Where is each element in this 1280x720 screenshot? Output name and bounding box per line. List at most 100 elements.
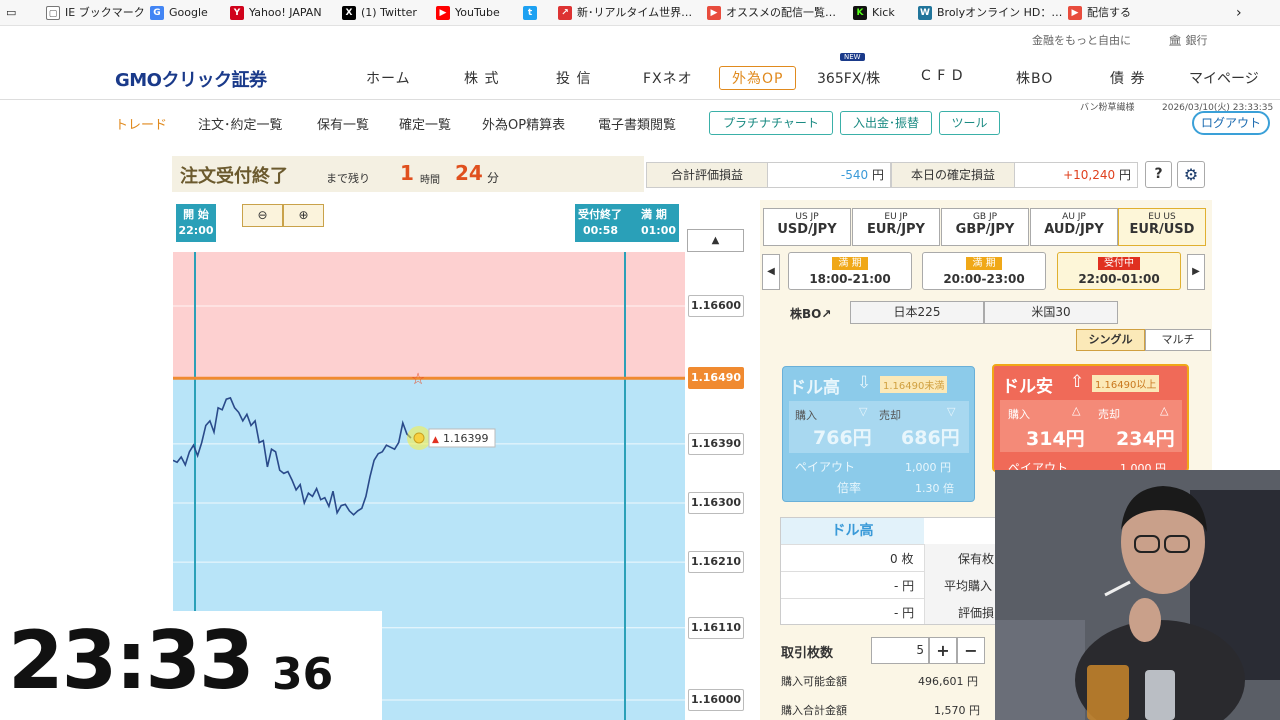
bookmark-item[interactable]: G Google bbox=[150, 0, 208, 26]
nav-mypage[interactable]: マイページ bbox=[1189, 68, 1259, 88]
clock-time: 23:33 bbox=[8, 614, 255, 707]
bookmark-label: 新･リアルタイム世界… bbox=[577, 6, 693, 19]
bookmark-label: Yahoo! JAPAN bbox=[249, 6, 322, 19]
price-tick-label: 1.16600 bbox=[688, 295, 744, 317]
low-sell-price[interactable]: 234円 bbox=[1116, 424, 1175, 451]
clock-seconds: 36 bbox=[272, 649, 334, 700]
nav-stock[interactable]: 株 式 bbox=[464, 68, 499, 88]
current-dot bbox=[413, 432, 425, 444]
bookmarks-bar: ▭ ▢ IE ブックマーク G Google Y Yahoo! JAPAN X (1) … bbox=[0, 0, 1280, 26]
bookmark-item[interactable]: X (1) Twitter bbox=[342, 0, 417, 26]
price-tick-label: 1.16210 bbox=[688, 551, 744, 574]
price-tick-label: 1.16300 bbox=[688, 492, 744, 514]
bookmark-item[interactable]: ↗ 新･リアルタイム世界… bbox=[558, 0, 692, 26]
avail-label: 購入可能金額 bbox=[781, 675, 847, 688]
expiry-time-button[interactable]: 満 期 18:00-21:00 bbox=[788, 252, 912, 290]
nav-fxneo[interactable]: FXネオ bbox=[643, 68, 693, 88]
up-arrow-icon: ⇧ bbox=[1070, 372, 1085, 392]
zoom-in-icon: ⊕ bbox=[298, 208, 309, 222]
bookmark-item[interactable]: K Kick bbox=[853, 0, 895, 26]
bookmark-label: Brolyオンライン HD：… bbox=[937, 6, 1063, 19]
next-time-button[interactable]: ▶ bbox=[1187, 254, 1205, 290]
down-arrow-icon: ⇩ bbox=[857, 373, 872, 393]
remain-label: まで残り bbox=[326, 172, 370, 185]
high-condition: 1.16490未満 bbox=[880, 376, 948, 393]
pair-name: GBP/JPY bbox=[955, 222, 1015, 237]
nav-bond[interactable]: 債 券 bbox=[1110, 68, 1145, 88]
bookmark-item[interactable]: ▶ オススメの配信一覧… bbox=[707, 0, 836, 26]
high-payout-label: ペイアウト bbox=[795, 460, 856, 474]
qty-plus-button[interactable]: + bbox=[929, 637, 957, 664]
pair-button[interactable]: EU JP EUR/JPY bbox=[852, 208, 940, 246]
platinum-chart-button[interactable]: プラチナチャート bbox=[709, 111, 833, 135]
prev-time-button[interactable]: ◀ bbox=[762, 254, 780, 290]
subnav-positions[interactable]: 保有一覧 bbox=[317, 114, 369, 133]
us30-button[interactable]: 米国30 bbox=[984, 301, 1118, 324]
subnav-trade[interactable]: トレード bbox=[115, 114, 167, 133]
bookmark-item[interactable]: Y Yahoo! JAPAN bbox=[230, 0, 322, 26]
youtube-icon: ▶ bbox=[436, 6, 450, 20]
logout-button[interactable]: ログアウト bbox=[1192, 111, 1270, 135]
qty-minus-button[interactable]: − bbox=[957, 637, 985, 664]
gear-icon[interactable]: ⚙ bbox=[1177, 161, 1205, 188]
subnav-orders[interactable]: 注文･約定一覧 bbox=[198, 114, 283, 133]
qty-input[interactable]: 5 bbox=[871, 637, 929, 664]
expiry-time-button[interactable]: 満 期 20:00-23:00 bbox=[922, 252, 1046, 290]
single-mode-button[interactable]: シングル bbox=[1076, 329, 1145, 351]
time-status-badge: 受付中 bbox=[1098, 257, 1140, 270]
high-card[interactable]: ドル高 ⇩ 1.16490未満 購入 ▽ 売却 ▽ 766円 686円 ペイアウ… bbox=[782, 366, 975, 502]
help-button[interactable]: ? bbox=[1145, 161, 1172, 188]
start-marker: 開 始 22:00 bbox=[176, 204, 216, 242]
flag-icon: GB JP bbox=[972, 212, 998, 222]
low-condition: 1.16490以上 bbox=[1092, 375, 1160, 392]
tab-list-icon[interactable]: ▭ bbox=[6, 0, 22, 26]
zoom-in-button[interactable]: ⊕ bbox=[283, 204, 324, 227]
low-card[interactable]: ドル安 ⇧ 1.16490以上 購入 △ 売却 △ 314円 234円 ペイアウ… bbox=[992, 364, 1189, 472]
scroll-up-button[interactable]: ▲ bbox=[687, 229, 744, 252]
low-sell-label: 売却 bbox=[1098, 408, 1120, 421]
expiry-time-button[interactable]: 受付中 22:00-01:00 bbox=[1057, 252, 1181, 290]
expiry-marker: 受付終了 00:58 満 期 01:00 bbox=[575, 204, 679, 242]
nav-cfd[interactable]: C F D bbox=[921, 68, 964, 84]
low-buy-price[interactable]: 314円 bbox=[1026, 424, 1085, 451]
logo[interactable]: GMOクリック証券 bbox=[115, 66, 267, 92]
kick-icon: K bbox=[853, 6, 867, 20]
pair-button[interactable]: US JP USD/JPY bbox=[763, 208, 851, 246]
total-label: 購入合計金額 bbox=[781, 704, 847, 717]
chevron-right-icon[interactable]: › bbox=[1236, 0, 1242, 26]
deposit-button[interactable]: 入出金･振替 bbox=[840, 111, 932, 135]
high-sell-down-icon: ▽ bbox=[947, 405, 956, 418]
high-buy-price[interactable]: 766円 bbox=[813, 423, 872, 450]
today-value-box: +10,240 円 bbox=[1014, 162, 1138, 188]
nikkei225-button[interactable]: 日本225 bbox=[850, 301, 984, 324]
bookmark-item[interactable]: ▶ YouTube bbox=[436, 0, 500, 26]
subnav-documents[interactable]: 電子書類閲覧 bbox=[598, 114, 676, 133]
nav-fund[interactable]: 投 信 bbox=[556, 68, 591, 88]
bookmark-item[interactable]: ▶ 配信する bbox=[1068, 0, 1131, 26]
bookmark-item[interactable]: W Brolyオンライン HD：… bbox=[918, 0, 1062, 26]
nav-365fx[interactable]: 365FX/株 bbox=[817, 68, 880, 88]
hours-unit: 時間 bbox=[420, 175, 440, 186]
bank-link[interactable]: 🏛 銀行 bbox=[1168, 32, 1207, 48]
bookmark-item[interactable]: ▢ IE ブックマーク bbox=[46, 0, 145, 26]
subnav-settlement[interactable]: 外為OP精算表 bbox=[482, 114, 565, 133]
nav-home[interactable]: ホーム bbox=[366, 68, 411, 88]
time-range: 20:00-23:00 bbox=[943, 272, 1025, 286]
high-sell-price[interactable]: 686円 bbox=[901, 423, 960, 450]
nav-stockbo[interactable]: 株BO bbox=[1016, 68, 1053, 88]
pair-button[interactable]: AU JP AUD/JPY bbox=[1030, 208, 1118, 246]
stock-bo-link[interactable]: 株BO↗ bbox=[790, 305, 831, 322]
subnav-settled[interactable]: 確定一覧 bbox=[399, 114, 451, 133]
price-tick-label: 1.16490 bbox=[688, 367, 744, 390]
pair-button[interactable]: GB JP GBP/JPY bbox=[941, 208, 1029, 246]
zoom-out-button[interactable]: ⊖ bbox=[242, 204, 283, 227]
nav-fxop[interactable]: 外為OP bbox=[719, 66, 797, 90]
low-buy-label: 購入 bbox=[1008, 408, 1030, 421]
tools-button[interactable]: ツール bbox=[939, 111, 1000, 135]
bookmark-item[interactable]: t bbox=[523, 0, 542, 26]
accept-end-time: 00:58 bbox=[583, 224, 619, 237]
pair-button[interactable]: EU US EUR/USD bbox=[1118, 208, 1206, 246]
multi-mode-button[interactable]: マルチ bbox=[1145, 329, 1211, 351]
low-title: ドル安 bbox=[1002, 377, 1053, 397]
new-badge: NEW bbox=[840, 53, 865, 61]
